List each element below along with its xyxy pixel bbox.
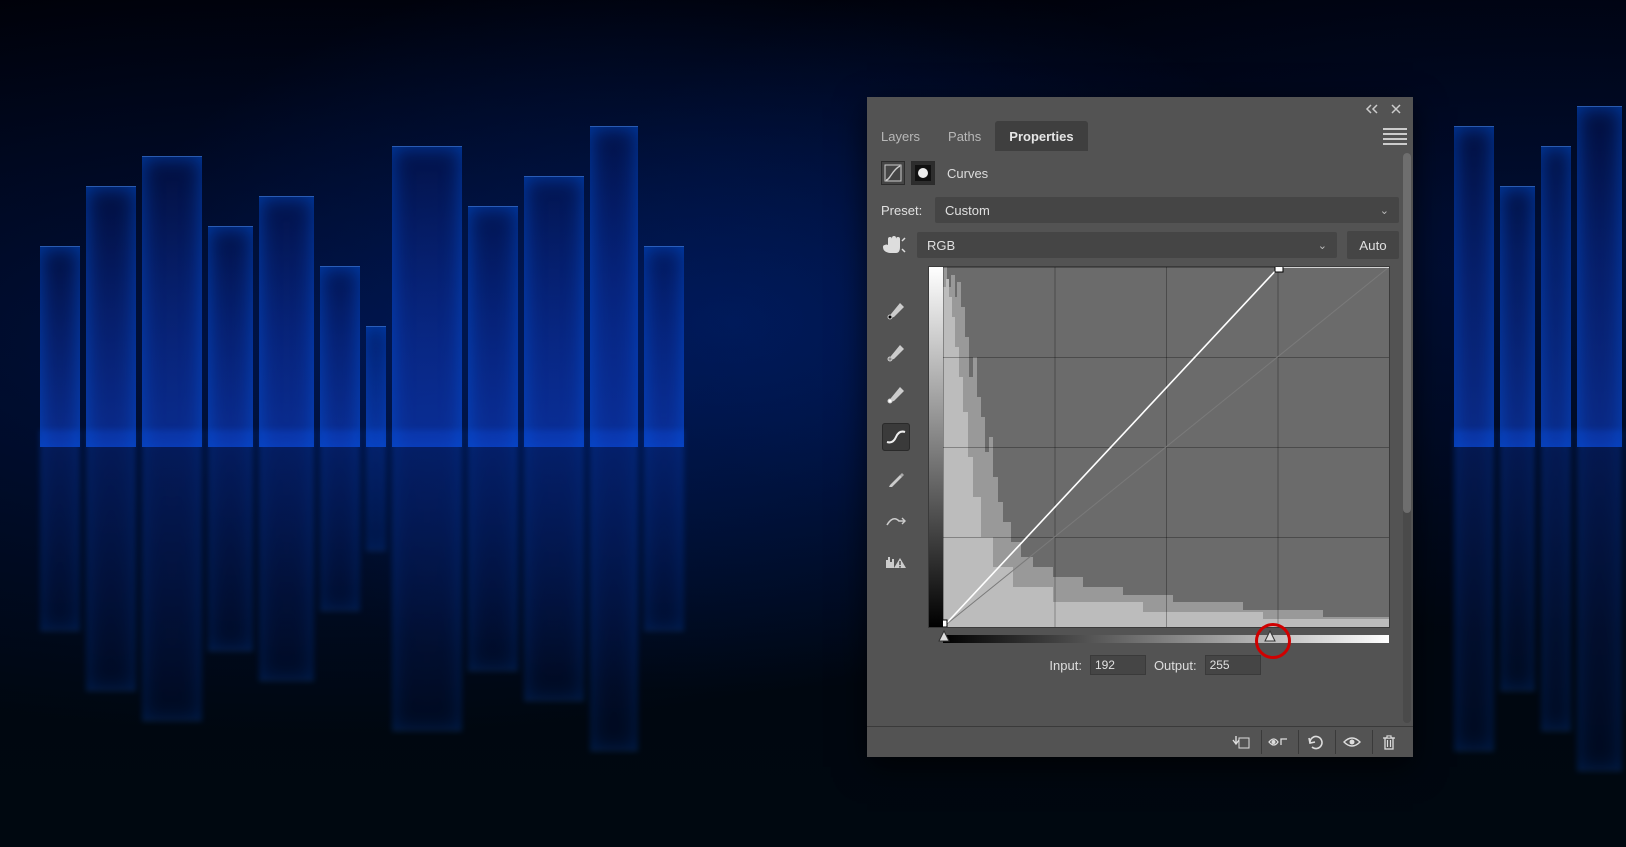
- input-label: Input:: [1049, 658, 1082, 673]
- output-label: Output:: [1154, 658, 1197, 673]
- view-previous-icon[interactable]: [1261, 730, 1294, 754]
- black-point-dropper-icon[interactable]: [882, 297, 910, 325]
- collapse-icon[interactable]: [1365, 102, 1379, 116]
- preset-label: Preset:: [881, 203, 927, 218]
- panel-footer: [867, 726, 1413, 757]
- close-icon[interactable]: [1389, 102, 1403, 116]
- on-image-adjust-icon[interactable]: [881, 234, 907, 256]
- output-value-field[interactable]: [1205, 655, 1261, 675]
- reset-icon[interactable]: [1298, 730, 1331, 754]
- panel-scrollbar[interactable]: [1403, 153, 1411, 723]
- chevron-down-icon: ⌄: [1380, 204, 1389, 217]
- curve-chart[interactable]: [929, 267, 1389, 627]
- tab-paths[interactable]: Paths: [934, 121, 995, 151]
- gray-point-dropper-icon[interactable]: [882, 339, 910, 367]
- clipping-warning-icon[interactable]: [882, 549, 910, 577]
- curves-adjustment-icon[interactable]: [881, 161, 905, 185]
- adjustment-header: Curves: [867, 151, 1413, 193]
- tab-layers[interactable]: Layers: [867, 121, 934, 151]
- white-point-dropper-icon[interactable]: [882, 381, 910, 409]
- layer-mask-icon[interactable]: [911, 161, 935, 185]
- output-gradient-ramp: [929, 267, 943, 627]
- channel-value: RGB: [927, 238, 955, 253]
- draw-curve-pencil-icon[interactable]: [882, 465, 910, 493]
- highlight-input-slider[interactable]: [1263, 629, 1275, 643]
- chevron-down-icon: ⌄: [1318, 239, 1327, 252]
- panel-tabs: Layers Paths Properties: [867, 121, 1413, 152]
- auto-button[interactable]: Auto: [1347, 231, 1399, 259]
- panel-title-bar: [867, 97, 1413, 121]
- channel-select[interactable]: RGB ⌄: [917, 232, 1337, 258]
- clip-to-layer-icon[interactable]: [1225, 730, 1257, 754]
- smooth-curve-icon[interactable]: [882, 507, 910, 535]
- tab-properties[interactable]: Properties: [995, 121, 1087, 151]
- properties-panel: Layers Paths Properties Curves Preset:: [867, 97, 1413, 757]
- input-value-field[interactable]: [1090, 655, 1146, 675]
- curve-point-tool-icon[interactable]: [882, 423, 910, 451]
- input-gradient-ramp: [943, 635, 1389, 643]
- scrollbar-thumb[interactable]: [1403, 153, 1411, 513]
- flyout-menu-icon[interactable]: [1383, 124, 1407, 148]
- adjustment-label: Curves: [947, 166, 988, 181]
- tone-curve[interactable]: [943, 267, 1389, 627]
- shadow-input-slider[interactable]: [937, 629, 949, 643]
- preset-select[interactable]: Custom ⌄: [935, 197, 1399, 223]
- preset-value: Custom: [945, 203, 990, 218]
- trash-icon[interactable]: [1372, 730, 1405, 754]
- visibility-icon[interactable]: [1335, 730, 1368, 754]
